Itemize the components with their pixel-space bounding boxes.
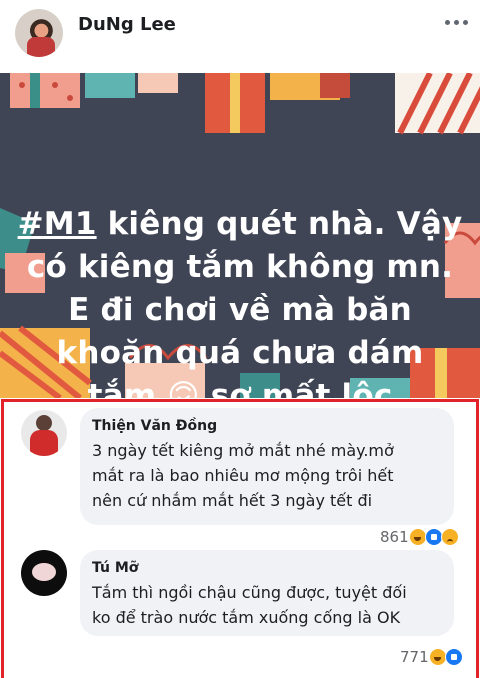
reaction-summary[interactable]: 771 — [400, 648, 463, 666]
author-name[interactable]: DuNg Lee — [78, 14, 176, 35]
sad-icon — [440, 528, 459, 546]
comment-text: Tắm thì ngồi chậu cũng được, tuyệt đối k… — [92, 580, 442, 630]
commenter-avatar[interactable] — [21, 410, 67, 456]
hashtag-link[interactable]: #M1 — [18, 206, 97, 242]
reaction-count: 771 — [400, 648, 429, 666]
haha-icon — [428, 648, 447, 666]
comment-bubble: Thiện Văn Đồng 3 ngày tết kiêng mở mắt n… — [80, 408, 454, 525]
author-avatar[interactable] — [15, 9, 63, 57]
comment-line: Tắm thì ngồi chậu cũng được, tuyệt đối — [92, 583, 407, 602]
post-line-2: có kiêng tắm không mn. — [26, 249, 454, 285]
commenter-name[interactable]: Tú Mỡ — [92, 558, 442, 578]
like-icon — [444, 648, 463, 666]
post-background-image: #M1 kiêng quét nhà. Vậy có kiêng tắm khô… — [0, 73, 480, 398]
reaction-summary[interactable]: 861 — [380, 528, 459, 546]
comment-line: nên cứ nhắm mắt hết 3 ngày tết đi — [92, 491, 373, 510]
post-line-5a: tắm — [87, 378, 157, 398]
upside-down-emoji: 🙃 — [167, 378, 200, 398]
commenter-avatar[interactable] — [21, 550, 67, 596]
comment-line: ko để trào nước tắm xuống cống là OK — [92, 608, 401, 627]
post-line-4: khoăn quá chưa dám — [56, 335, 424, 371]
reaction-count: 861 — [380, 528, 409, 546]
more-options-icon[interactable] — [445, 14, 469, 30]
commenter-name[interactable]: Thiện Văn Đồng — [92, 416, 442, 436]
post-text: #M1 kiêng quét nhà. Vậy có kiêng tắm khô… — [0, 203, 480, 398]
comment-line: mắt ra là bao nhiêu mơ mộng trôi hết — [92, 466, 394, 485]
comment-text: 3 ngày tết kiêng mở mắt nhé mày.mở mắt r… — [92, 438, 442, 513]
post-header: DuNg Lee — [0, 0, 480, 73]
haha-icon — [408, 528, 427, 546]
comment-line: 3 ngày tết kiêng mở mắt nhé mày.mở — [92, 441, 394, 460]
comment-bubble: Tú Mỡ Tắm thì ngồi chậu cũng được, tuyệt… — [80, 550, 454, 636]
post-line-3: E đi chơi về mà băn — [68, 292, 412, 328]
post-line-5b: sợ mất lộc — [210, 378, 393, 398]
comments-highlight-frame: Thiện Văn Đồng 3 ngày tết kiêng mở mắt n… — [1, 399, 479, 678]
like-icon — [424, 528, 443, 546]
post-line-1: kiêng quét nhà. Vậy — [107, 206, 463, 242]
